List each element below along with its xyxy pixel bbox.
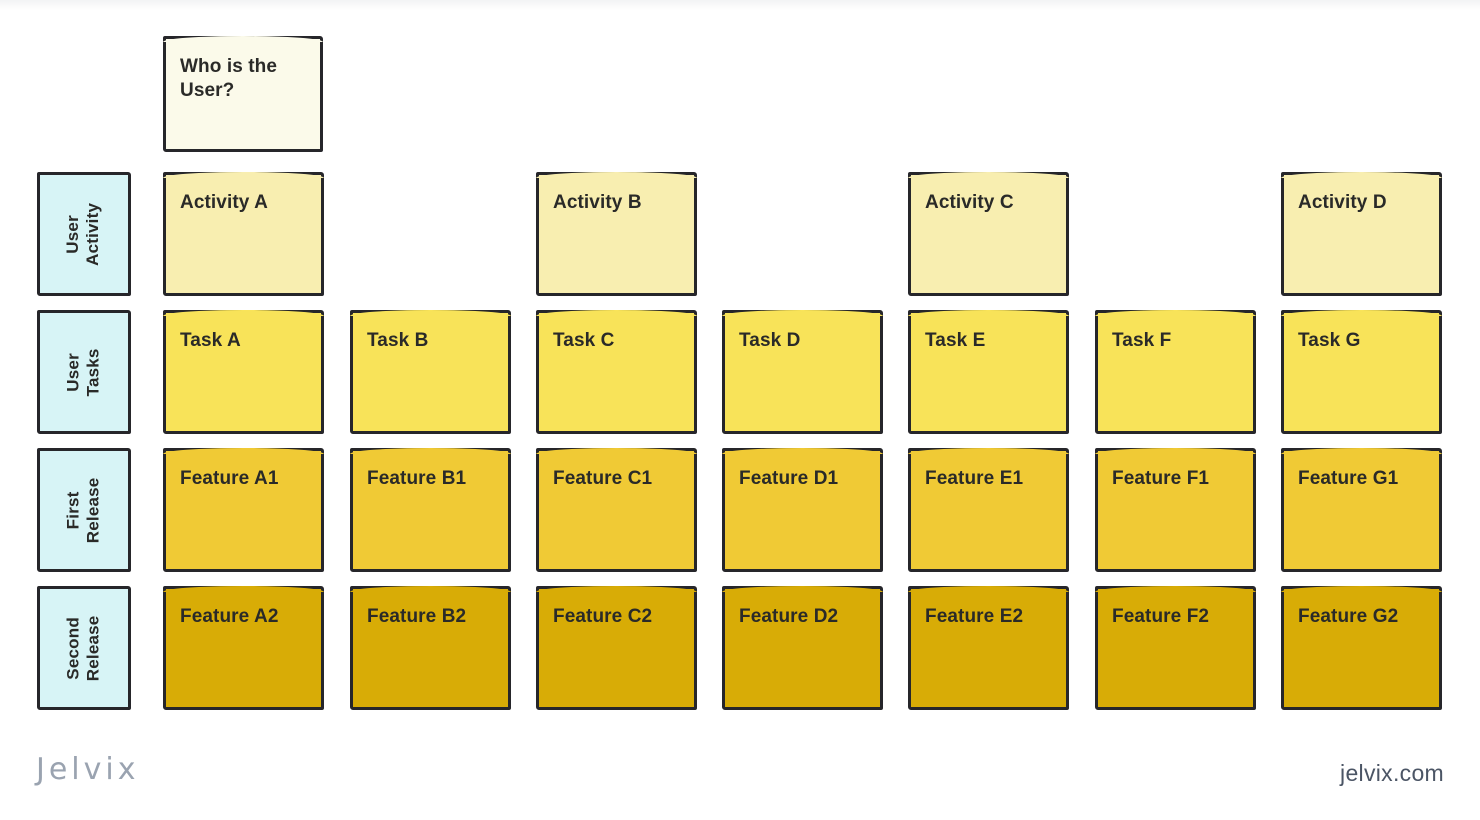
card-label: Task F xyxy=(1112,330,1172,351)
persona-card-label: Who is the User? xyxy=(180,56,278,101)
card-label: Feature B2 xyxy=(367,606,467,627)
card-label: Task A xyxy=(180,330,241,351)
card-user-tasks-task-g[interactable]: Task G xyxy=(1281,310,1442,434)
card-second-release-feature-a2[interactable]: Feature A2 xyxy=(163,586,324,710)
row-label-user-tasks[interactable]: User Tasks xyxy=(37,310,131,434)
card-label: Task E xyxy=(925,330,986,351)
card-label: Feature A2 xyxy=(180,606,279,627)
card-user-tasks-task-f[interactable]: Task F xyxy=(1095,310,1256,434)
card-second-release-feature-b2[interactable]: Feature B2 xyxy=(350,586,511,710)
row-label-text: User Tasks xyxy=(63,348,103,396)
card-label: Feature A1 xyxy=(180,468,279,489)
card-label: Feature G1 xyxy=(1298,468,1399,489)
card-label: Activity D xyxy=(1298,192,1387,213)
card-label: Feature C2 xyxy=(553,606,653,627)
card-user-activity-activity-a[interactable]: Activity A xyxy=(163,172,324,296)
card-label: Feature D1 xyxy=(739,468,839,489)
card-second-release-feature-c2[interactable]: Feature C2 xyxy=(536,586,697,710)
story-map-board: Who is the User? User Activity User Tasks F… xyxy=(0,0,1480,820)
card-label: Activity C xyxy=(925,192,1014,213)
card-label: Activity B xyxy=(553,192,642,213)
card-user-tasks-task-a[interactable]: Task A xyxy=(163,310,324,434)
card-user-activity-activity-c[interactable]: Activity C xyxy=(908,172,1069,296)
card-first-release-feature-a1[interactable]: Feature A1 xyxy=(163,448,324,572)
card-user-activity-activity-d[interactable]: Activity D xyxy=(1281,172,1442,296)
card-label: Feature G2 xyxy=(1298,606,1399,627)
card-first-release-feature-e1[interactable]: Feature E1 xyxy=(908,448,1069,572)
card-user-tasks-task-c[interactable]: Task C xyxy=(536,310,697,434)
card-user-tasks-task-d[interactable]: Task D xyxy=(722,310,883,434)
card-label: Task B xyxy=(367,330,429,351)
row-label-text: User Activity xyxy=(63,202,103,266)
row-label-text: First Release xyxy=(63,477,103,543)
card-label: Feature E1 xyxy=(925,468,1024,489)
card-label: Feature F2 xyxy=(1112,606,1210,627)
row-label-second-release[interactable]: Second Release xyxy=(37,586,131,710)
row-label-user-activity[interactable]: User Activity xyxy=(37,172,131,296)
card-first-release-feature-f1[interactable]: Feature F1 xyxy=(1095,448,1256,572)
card-label: Activity A xyxy=(180,192,268,213)
jelvix-website-label: jelvix.com xyxy=(1340,760,1444,786)
jelvix-logo: Jelvix xyxy=(36,752,140,787)
card-user-tasks-task-e[interactable]: Task E xyxy=(908,310,1069,434)
card-label: Feature F1 xyxy=(1112,468,1210,489)
card-label: Feature B1 xyxy=(367,468,467,489)
card-user-tasks-task-b[interactable]: Task B xyxy=(350,310,511,434)
card-first-release-feature-d1[interactable]: Feature D1 xyxy=(722,448,883,572)
card-label: Task G xyxy=(1298,330,1361,351)
card-user-activity-activity-b[interactable]: Activity B xyxy=(536,172,697,296)
card-label: Feature E2 xyxy=(925,606,1024,627)
row-label-text: Second Release xyxy=(63,615,103,681)
persona-card[interactable]: Who is the User? xyxy=(163,36,323,152)
card-label: Feature C1 xyxy=(553,468,653,489)
card-first-release-feature-b1[interactable]: Feature B1 xyxy=(350,448,511,572)
row-label-first-release[interactable]: First Release xyxy=(37,448,131,572)
card-label: Feature D2 xyxy=(739,606,839,627)
card-second-release-feature-d2[interactable]: Feature D2 xyxy=(722,586,883,710)
card-second-release-feature-e2[interactable]: Feature E2 xyxy=(908,586,1069,710)
card-second-release-feature-g2[interactable]: Feature G2 xyxy=(1281,586,1442,710)
card-label: Task C xyxy=(553,330,615,351)
card-first-release-feature-g1[interactable]: Feature G1 xyxy=(1281,448,1442,572)
card-second-release-feature-f2[interactable]: Feature F2 xyxy=(1095,586,1256,710)
card-first-release-feature-c1[interactable]: Feature C1 xyxy=(536,448,697,572)
card-label: Task D xyxy=(739,330,801,351)
